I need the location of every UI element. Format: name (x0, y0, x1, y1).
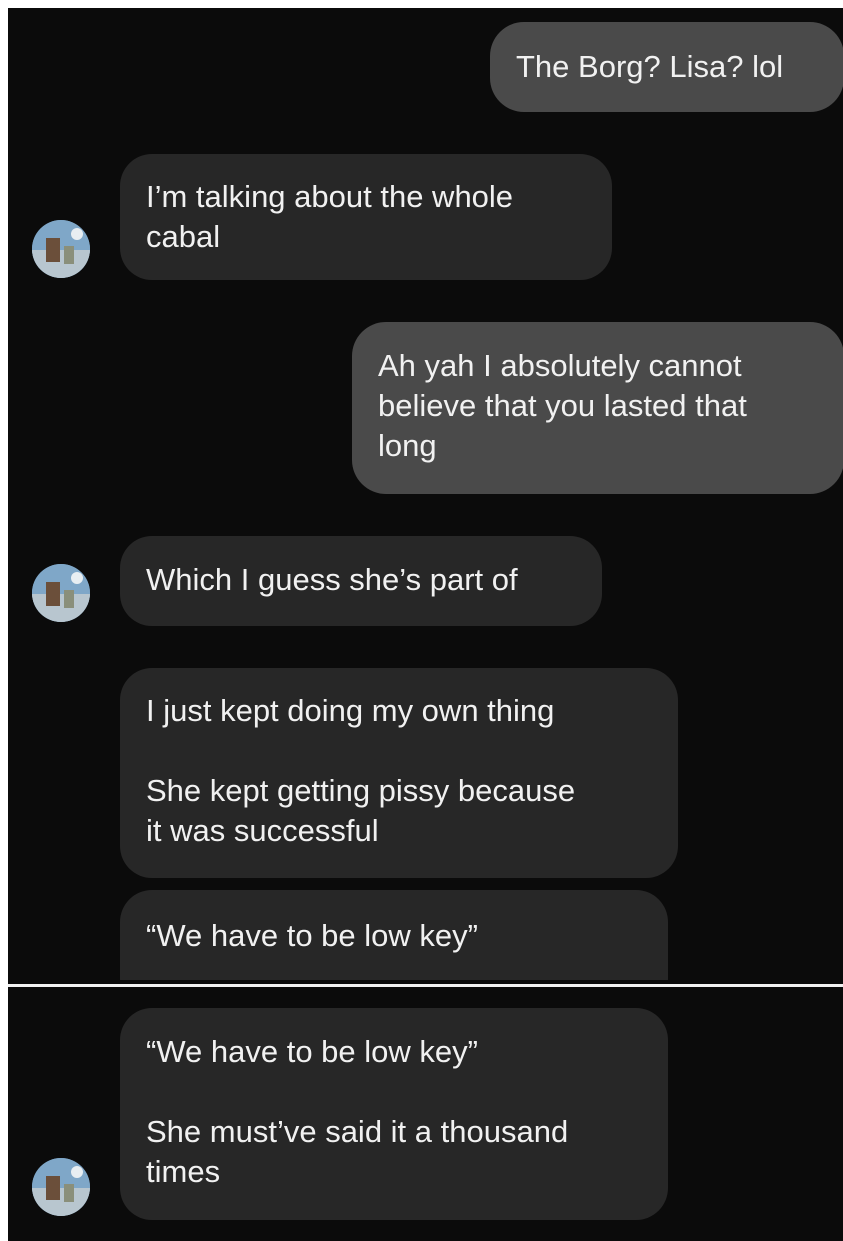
contact-avatar-icon[interactable] (32, 220, 90, 278)
chat-thread-continued: “We have to be low key” She must’ve said… (8, 990, 843, 1241)
received-message-bubble[interactable]: I just kept doing my own thing She kept … (120, 668, 678, 878)
sent-message-bubble[interactable]: Ah yah I absolutely cannot believe that … (352, 322, 843, 494)
received-message-bubble[interactable]: “We have to be low key” (120, 890, 668, 980)
sent-message-bubble[interactable]: The Borg? Lisa? lol (490, 22, 843, 112)
divider-line (8, 984, 843, 987)
screenshot-divider (8, 980, 843, 990)
received-message-bubble[interactable]: I’m talking about the whole cabal (120, 154, 612, 280)
contact-avatar-icon[interactable] (32, 1158, 90, 1216)
received-message-bubble[interactable]: Which I guess she’s part of (120, 536, 602, 626)
contact-avatar-icon[interactable] (32, 564, 90, 622)
chat-thread: The Borg? Lisa? lol I’m talking about th… (8, 8, 843, 980)
received-message-bubble[interactable]: “We have to be low key” She must’ve said… (120, 1008, 668, 1220)
